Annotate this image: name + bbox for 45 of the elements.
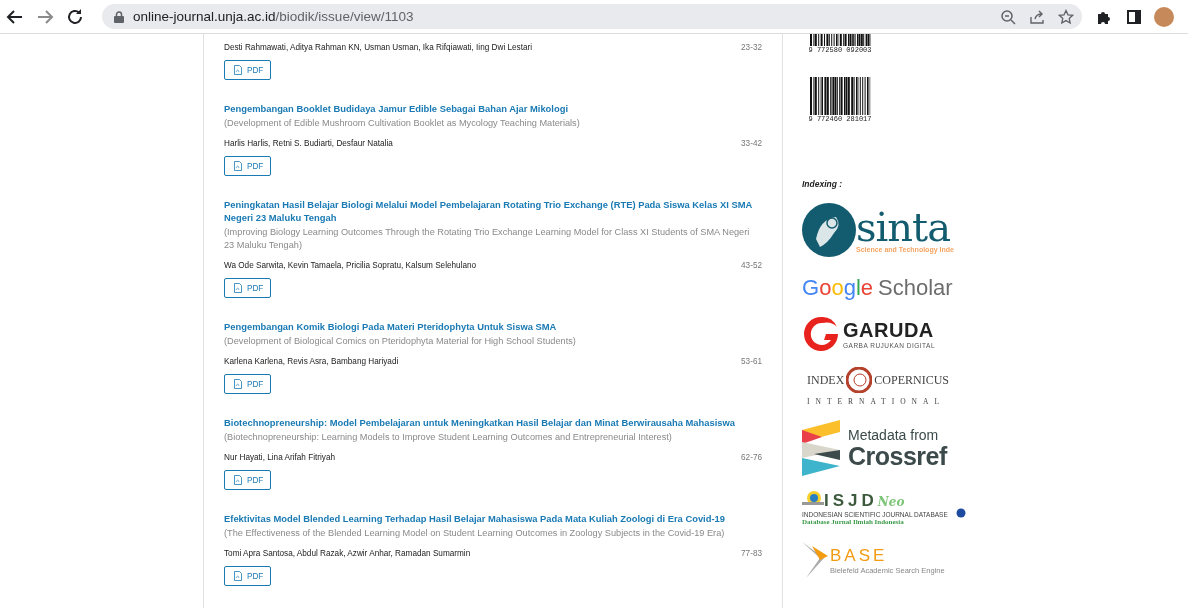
share-icon[interactable]: [1029, 8, 1045, 25]
pdf-button[interactable]: PDF: [224, 156, 271, 176]
article-subtitle: (Biotechnopreneurship: Learning Models to Improve Student Learning Outcomes and Entrepreneurial Interest): [224, 431, 673, 444]
article-title-link[interactable]: Efektivitas Model Blended Learning Terhadap Hasil Belajar Mahasiswa Pada Mata Kuliah Zoologi di Era Covid-19: [224, 512, 762, 525]
google-scholar-logo[interactable]: Google Scholar: [802, 275, 966, 301]
document-icon: [234, 571, 242, 581]
crossref-logo[interactable]: Metadata from Crossref: [802, 420, 966, 476]
page-range: 53-61: [741, 357, 762, 366]
url-text[interactable]: online-journal.unja.ac.id/biodik/issue/view/1103: [133, 9, 987, 24]
zoom-out-icon[interactable]: [1000, 8, 1016, 25]
profile-avatar[interactable]: [1154, 6, 1174, 27]
pdf-button[interactable]: PDF: [224, 374, 271, 394]
pdf-button[interactable]: PDF: [224, 60, 271, 80]
article-title-link[interactable]: Peningkatan Hasil Belajar Biologi Melalui Model Pembelajaran Rotating Trio Exchange (RTE) Pada Siswa Kelas XI SMA Negeri 23 Maluku Tengah: [224, 198, 762, 224]
article-subtitle: (Improving Biology Learning Outcomes Through the Rotating Trio Exchange Learning Model for Class XI Students of SMA Negeri 23 Maluku Tengah): [224, 226, 751, 252]
side-panel-icon[interactable]: [1126, 8, 1142, 25]
star-icon[interactable]: [1058, 8, 1074, 25]
document-icon: [234, 161, 242, 171]
article-subtitle: (Development of Edible Mushroom Cultivation Booklet as Mycology Teaching Materials): [224, 117, 581, 130]
article-authors: Desti Rahmawati, Aditya Rahman KN, Usman Usman, Ika Rifqiawati, Iing Dwi Lestari: [224, 43, 533, 52]
article-subtitle: (Development of Biological Comics on Pteridophyta Material for High School Students): [224, 335, 577, 348]
pdf-button[interactable]: PDF: [224, 566, 271, 586]
article-authors: Wa Ode Sarwita, Kevin Tamaela, Pricilia Sopratu, Kalsum Selehulano: [224, 261, 477, 270]
article-authors: Nur Hayati, Lina Arifah Fitriyah: [224, 453, 336, 462]
pdf-button[interactable]: PDF: [224, 278, 271, 298]
page-range: 23-32: [741, 43, 762, 52]
article-title-link[interactable]: Biotechnopreneurship: Model Pembelajaran untuk Meningkatkan Hasil Belajar dan Minat Berwirausaha Mahasiswa: [224, 416, 762, 429]
page-range: 33-42: [741, 139, 762, 148]
article-subtitle: (The Effectiveness of the Blended Learning Model on Student Learning Outcomes in Zoology Subjects in the Covid-19 Era): [224, 527, 726, 540]
article-title-link[interactable]: Pengembangan Booklet Budidaya Jamur Edible Sebagai Bahan Ajar Mikologi: [224, 102, 762, 115]
article-title-link[interactable]: Pengembangan Komik Biologi Pada Materi Pteridophyta Untuk Siswa SMA: [224, 320, 762, 333]
article-authors: Karlena Karlena, Revis Asra, Bambang Hariyadi: [224, 357, 399, 366]
document-icon: [234, 283, 242, 293]
document-icon: [234, 65, 242, 75]
pdf-button[interactable]: PDF: [224, 470, 271, 490]
document-icon: [234, 475, 242, 485]
lock-icon[interactable]: [114, 10, 124, 23]
indexing-label: Indexing :: [802, 179, 844, 189]
article-authors: Harlis Harlis, Retni S. Budiarti, Desfaur Natalia: [224, 139, 393, 148]
page-range: 77-83: [741, 549, 762, 558]
article-authors: Tomi Apra Santosa, Abdul Razak, Azwir Anhar, Ramadan Sumarmin: [224, 549, 471, 558]
address-bar[interactable]: online-journal.unja.ac.id/biodik/issue/view/1103: [102, 4, 1082, 29]
page-range: 62-76: [741, 453, 762, 462]
page-range: 43-52: [741, 261, 762, 270]
document-icon: [234, 379, 242, 389]
